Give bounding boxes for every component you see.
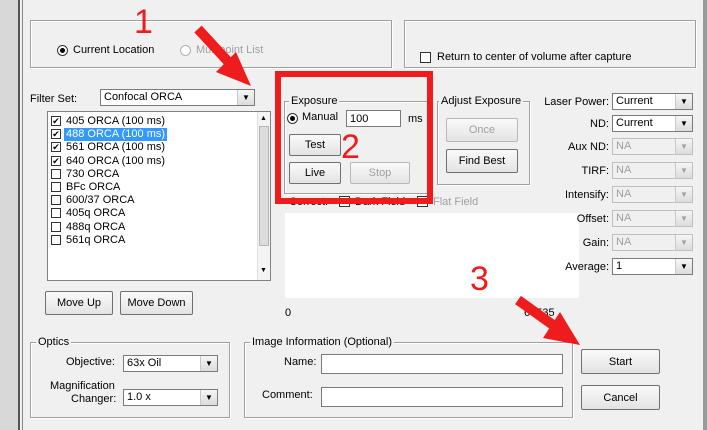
arrow-icon	[515, 295, 580, 345]
arrow-icon	[194, 25, 251, 86]
annotation-arrows	[194, 25, 580, 345]
